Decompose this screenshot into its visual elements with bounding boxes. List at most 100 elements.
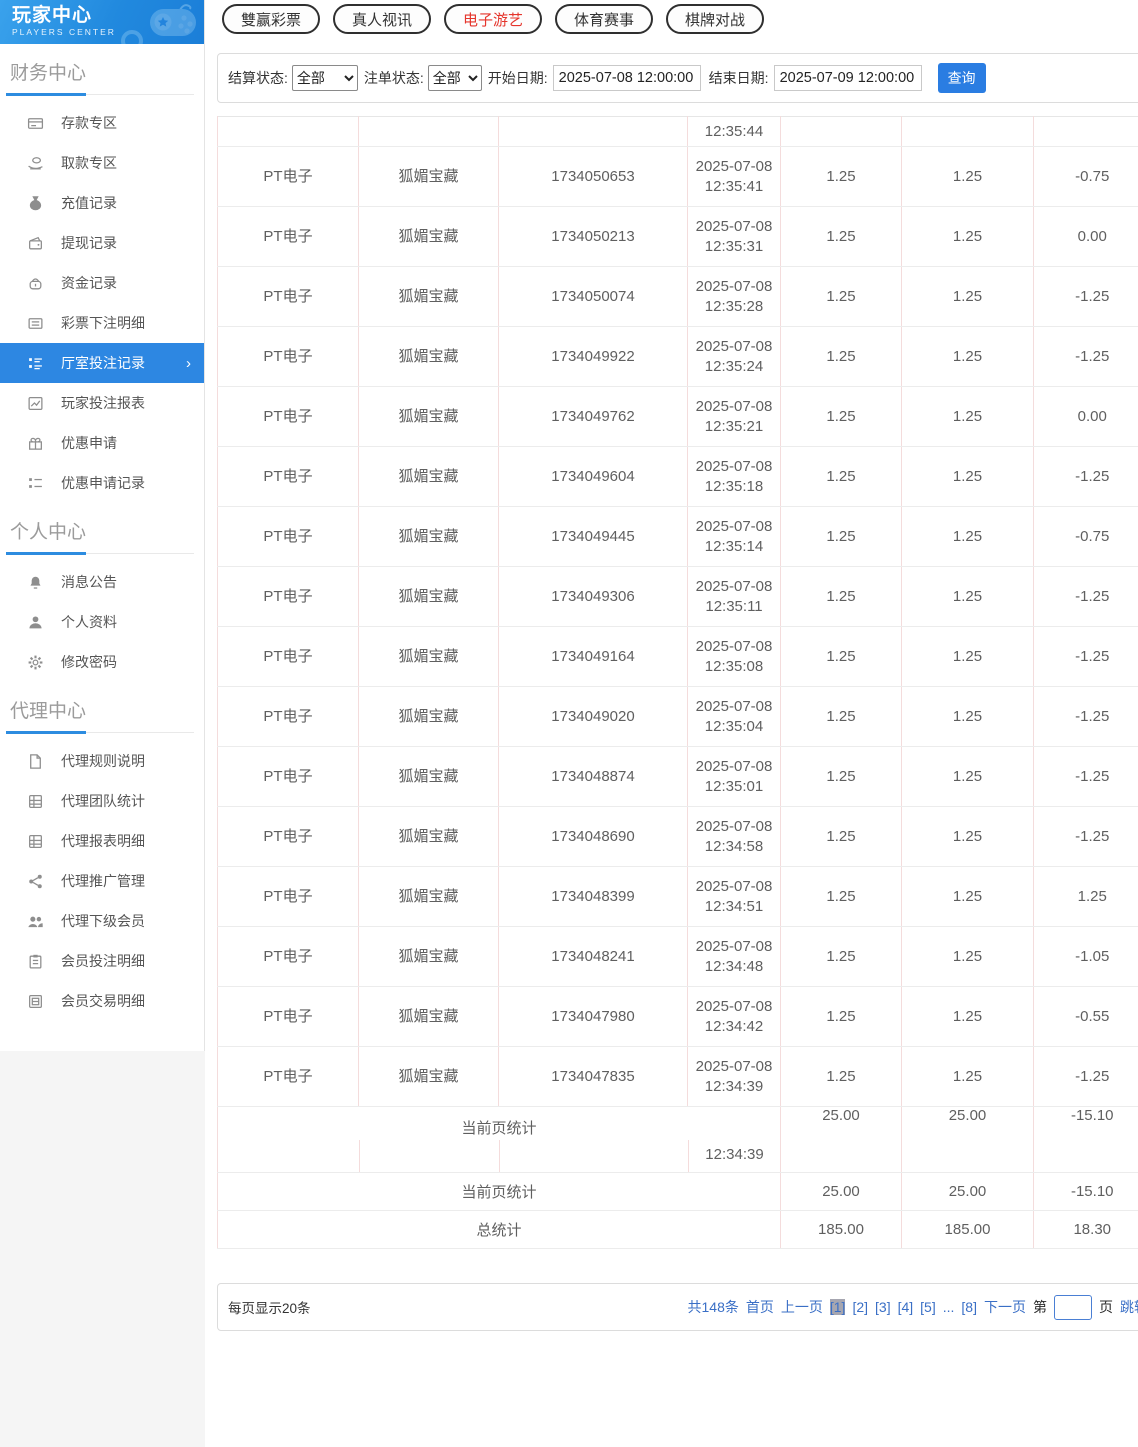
jump-button[interactable]: 跳转 [1120, 1297, 1138, 1317]
cell-platform: PT电子 [217, 566, 359, 627]
end-date-label: 结束日期: [708, 70, 769, 86]
page-link[interactable]: [2] [852, 1299, 868, 1315]
table-row-page-summary: 当前页统计 25.00 25.00 -15.10 [217, 1172, 1138, 1211]
cell-profit: -1.25 [1033, 266, 1138, 327]
sidebar-item-label: 厅室投注记录 [61, 355, 145, 371]
sidebar-item[interactable]: 优惠申请 [0, 423, 204, 463]
cell-order-number: 1734048690 [498, 806, 688, 867]
tab-category[interactable]: 棋牌对战 [666, 4, 764, 34]
cell-valid-amount: 1.25 [901, 506, 1034, 567]
cell-bet-amount: 1.25 [780, 626, 902, 687]
sidebar-item[interactable]: 消息公告 [0, 562, 204, 602]
tab-category[interactable]: 真人视讯 [333, 4, 431, 34]
cell-bet-amount: 1.25 [780, 206, 902, 267]
page-link[interactable]: [8] [961, 1299, 977, 1315]
cell-order-number: 1734047980 [498, 986, 688, 1047]
end-date-input[interactable] [773, 65, 922, 91]
sidebar-item[interactable]: 存款专区 [0, 103, 204, 143]
table-row: PT电子 狐媚宝藏 1734050213 2025-07-08 12:35:31 1.25… [217, 206, 1138, 267]
prev-page-link[interactable]: 上一页 [781, 1297, 823, 1317]
sidebar-item-label: 代理推广管理 [61, 873, 145, 889]
sidebar-item[interactable]: 优惠申请记录 [0, 463, 204, 503]
page-link-current[interactable]: [1] [829, 1299, 846, 1315]
next-page-link[interactable]: 下一页 [984, 1297, 1026, 1317]
sidebar-item[interactable]: 代理团队统计 [0, 781, 204, 821]
cell-game: 狐媚宝藏 [358, 326, 499, 387]
cell-bet-amount: 1.25 [780, 986, 902, 1047]
stats-grid-icon [27, 833, 44, 850]
sidebar-item[interactable]: 厅室投注记录 › [0, 343, 204, 383]
cell-game: 狐媚宝藏 [358, 386, 499, 447]
cell-datetime: 2025-07-08 12:35:28 [687, 266, 781, 327]
cell-valid-amount: 1.25 [901, 1046, 1034, 1107]
cell-order-number: 1734047835 [498, 1046, 688, 1107]
sidebar-item[interactable]: 彩票下注明细 [0, 303, 204, 343]
total-count-label: 共148条 [687, 1299, 739, 1315]
cell-game: 狐媚宝藏 [358, 1046, 499, 1107]
cell-profit: 1.25 [1033, 866, 1138, 927]
cell-bet-amount: 1.25 [780, 146, 902, 207]
person-icon [27, 614, 44, 631]
cell-platform: PT电子 [217, 206, 359, 267]
sidebar-item[interactable]: 充值记录 [0, 183, 204, 223]
cell-bet-amount: 1.25 [780, 326, 902, 387]
sidebar-item[interactable]: 会员投注明细 [0, 941, 204, 981]
cell-order-number: 1734049762 [498, 386, 688, 447]
hand-coin-icon [27, 155, 44, 172]
settle-status-label: 结算状态: [228, 70, 288, 86]
cell-datetime: 2025-07-08 12:35:24 [687, 326, 781, 387]
cell-bet-amount: 1.25 [780, 506, 902, 567]
table-row-total-summary: 总统计 185.00 185.00 18.30 [217, 1210, 1138, 1249]
cell-valid-amount: 1.25 [901, 866, 1034, 927]
cell-bet-amount: 1.25 [780, 446, 902, 507]
page-link[interactable]: [5] [920, 1299, 936, 1315]
sidebar-item[interactable]: 代理规则说明 [0, 741, 204, 781]
cell-bet-amount: 1.25 [780, 806, 902, 867]
tab-category[interactable]: 体育赛事 [555, 4, 653, 34]
cell-order-number: 1734050653 [498, 146, 688, 207]
cell-game: 狐媚宝藏 [358, 626, 499, 687]
cell-datetime: 2025-07-08 12:34:42 [687, 986, 781, 1047]
first-page-link[interactable]: 首页 [746, 1297, 774, 1317]
cell-game: 狐媚宝藏 [358, 566, 499, 627]
cell-profit: -0.75 [1033, 146, 1138, 207]
cell-game: 狐媚宝藏 [358, 146, 499, 207]
cell-game: 狐媚宝藏 [358, 446, 499, 507]
page-link[interactable]: ... [943, 1299, 955, 1315]
page-link[interactable]: [4] [898, 1299, 914, 1315]
order-status-select[interactable]: 全部 [427, 65, 482, 91]
tab-active[interactable]: 电子游艺 [444, 4, 542, 34]
main-content: 雙赢彩票 真人视讯 电子游艺 体育赛事 棋牌对战 结算状态: 全部 注单状态: 全部 开… [205, 0, 1138, 1447]
sidebar-item[interactable]: 代理报表明细 [0, 821, 204, 861]
page-link[interactable]: [3] [875, 1299, 891, 1315]
cell-profit: -1.25 [1033, 746, 1138, 807]
app-logo: 玩家中心 PLAYERS CENTER [0, 0, 204, 44]
sidebar-item[interactable]: 修改密码 [0, 642, 204, 682]
tab-category[interactable]: 雙赢彩票 [222, 4, 320, 34]
sidebar-item[interactable]: 玩家投注报表 [0, 383, 204, 423]
cell-valid-amount: 1.25 [901, 746, 1034, 807]
sidebar-menu: 玩家中心 PLAYERS CENTER 财务中心 存款专区 取款专区 充值记录 提现记录… [0, 0, 205, 1051]
sidebar-item[interactable]: 代理下级会员 [0, 901, 204, 941]
cell-game: 狐媚宝藏 [358, 866, 499, 927]
cell-platform: PT电子 [217, 746, 359, 807]
sidebar-item[interactable]: 个人资料 [0, 602, 204, 642]
table-row-partial: 12:35:44 [217, 116, 1138, 147]
cell-profit: -1.25 [1033, 806, 1138, 867]
cell-valid-amount: 1.25 [901, 326, 1034, 387]
cell-valid-amount: 1.25 [901, 926, 1034, 987]
sidebar-item[interactable]: 提现记录 [0, 223, 204, 263]
sidebar-item[interactable]: 代理推广管理 [0, 861, 204, 901]
sidebar-item[interactable]: 取款专区 [0, 143, 204, 183]
page-summary-label: 当前页统计 [461, 1120, 537, 1137]
settle-status-select[interactable]: 全部 [291, 65, 358, 91]
sidebar-item[interactable]: 资金记录 [0, 263, 204, 303]
cell-page-profit: -15.10 [1033, 1172, 1138, 1211]
query-button[interactable]: 查询 [937, 63, 986, 93]
cell-valid-amount: 1.25 [901, 446, 1034, 507]
cell-page-bet: 25.00 [780, 1172, 902, 1211]
pagination-bar: 每页显示20条 共148条 首页 上一页 [1] [2] [3] [4] [5]... [… [217, 1283, 1138, 1331]
start-date-input[interactable] [552, 65, 701, 91]
sidebar-item[interactable]: 会员交易明细 [0, 981, 204, 1021]
jump-page-input[interactable] [1054, 1294, 1092, 1320]
